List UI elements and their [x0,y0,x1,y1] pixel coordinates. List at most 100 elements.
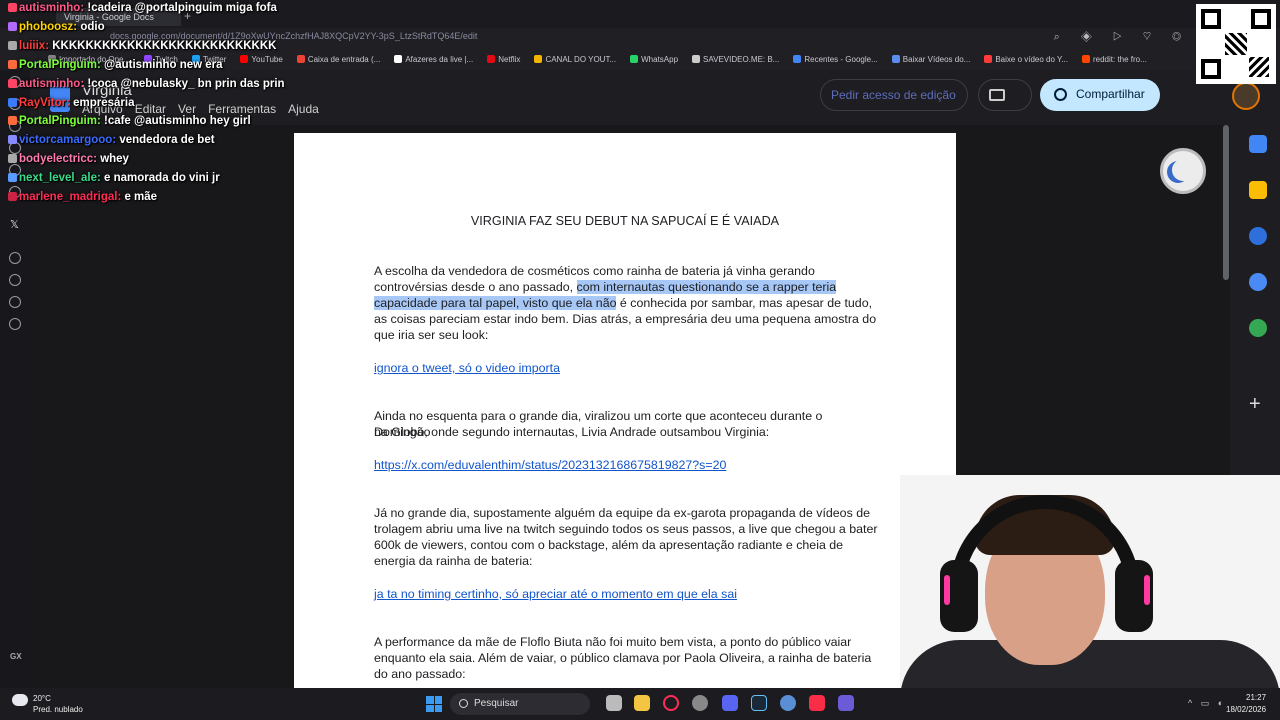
gx-label[interactable]: GX [10,652,22,661]
chat-message: PortalPinguim: @autisminho new era [8,59,223,71]
selected-text: capacidade para tal papel, visto que ela… [374,296,617,310]
chat-username: bodyelectricc [19,153,94,166]
start-button[interactable] [426,696,442,712]
chat-badge-icon [8,40,17,50]
file-explorer-icon[interactable] [634,695,650,711]
share-label: Compartilhar [1076,87,1145,101]
stream-chat-overlay: autisminho: !cadeira @portalpinguim miga… [0,0,340,210]
chat-text: odio [80,20,105,33]
bookmark-label: Afazeres da live |... [405,54,474,64]
chat-badge-icon [8,116,17,126]
system-tray[interactable]: ^ ▭ ◐ [1188,698,1226,709]
request-edit-button[interactable]: Pedir acesso de edição [820,79,968,111]
bookmark-item[interactable]: Afazeres da live |... [394,54,474,64]
chat-username: PortalPinguim [19,115,97,128]
player-icon[interactable] [9,252,21,264]
document-scrollbar[interactable] [1223,125,1229,280]
chat-text: !coca @nebulasky_ bn prin das prin [87,77,285,90]
paragraph-line: Já no grande dia, supostamente alguém da… [374,506,870,520]
bookmark-label: Baixar Vídeos do... [902,54,971,64]
chat-text: empresária [73,96,135,109]
selected-text: com internautas questionando se a rapper… [576,280,837,294]
browser-icon[interactable] [780,695,796,711]
chat-username: marlene_madrigal [19,191,118,203]
taskbar: 20°C Pred. nublado Pesquisar ^ ▭ ◐ 21:27… [0,688,1280,720]
paragraph-line: capacidade para tal papel, visto que ela… [374,295,882,311]
paragraph-line: A performance da mãe de Floflo Biuta não… [374,635,852,649]
dark-mode-toggle-icon[interactable] [1160,148,1206,194]
bookmark-label: CANAL DO YOUT... [545,54,617,64]
app-icon[interactable] [692,695,708,711]
contacts-icon[interactable] [1249,273,1267,291]
share-button[interactable]: Compartilhar [1040,79,1160,111]
add-addon-icon[interactable]: + [1249,393,1261,416]
chat-username: next_level_ale [19,172,98,185]
chat-text: @autisminho new era [103,58,223,71]
extensions-icon[interactable] [9,296,21,308]
weather-desc[interactable]: Pred. nublado [33,705,83,714]
document-page[interactable]: VIRGINIA FAZ SEU DEBUT NA SAPUCAÍ E É VA… [294,133,956,688]
app-icon[interactable] [838,695,854,711]
taskbar-search[interactable]: Pesquisar [450,693,590,715]
x-twitter-icon[interactable]: 𝕏 [10,218,19,231]
keep-icon[interactable] [1249,181,1267,199]
paragraph-line: que iria ser seu look: [374,328,489,342]
bookmark-favicon-icon [487,54,496,63]
maps-icon[interactable] [1249,319,1267,337]
chat-badge-icon [8,59,17,69]
bookmark-item[interactable]: Netflix [487,54,521,64]
bookmark-item[interactable]: CANAL DO YOUT... [534,54,617,64]
chat-text: vendedora de bet [119,134,215,147]
search-icon [459,699,468,708]
bookmark-favicon-icon [534,54,543,63]
task-view-icon[interactable] [606,695,622,711]
bookmark-item[interactable]: reddit: the fro... [1081,54,1147,64]
clock-time[interactable]: 21:27 [1246,693,1266,702]
chat-message: phoboosz: odio [8,21,105,33]
opera-gx-icon[interactable] [663,695,679,711]
history-icon[interactable] [9,274,21,286]
bookmark-favicon-icon [793,54,802,63]
bookmark-favicon-icon [891,54,900,63]
chat-badge-icon [8,192,17,201]
bookmark-label: Netflix [498,54,521,64]
address-bar-actions[interactable]: ⌕ ◈ ▷ ♡ ◎ [1054,31,1190,44]
steam-icon[interactable] [751,695,767,711]
discord-icon[interactable] [722,695,738,711]
chat-username: luiiix [19,39,46,52]
tweet-link[interactable]: https://x.com/eduvalenthim/status/202313… [374,457,882,473]
video-link[interactable]: ignora o tweet, só o video importa [374,360,882,376]
chat-badge-icon [8,3,17,12]
bookmark-item[interactable]: Recentes - Google... [793,54,878,64]
clock-date[interactable]: 18/02/2026 [1226,705,1266,714]
calendar-icon[interactable] [1249,135,1267,153]
globe-icon [1054,88,1067,101]
bookmark-item[interactable]: WhatsApp [630,54,679,64]
weather-temp[interactable]: 20°C [33,694,51,703]
paragraph-line: do ano passado: [374,667,466,681]
text-run: é conhecida por sambar, mas apesar de tu… [616,296,873,310]
meet-button[interactable] [978,79,1032,111]
weather-icon[interactable] [12,694,28,706]
avatar[interactable] [1232,82,1260,110]
chat-message: victorcamargooo: vendedora de bet [8,134,215,146]
tasks-icon[interactable] [1249,227,1267,245]
chat-text: KKKKKKKKKKKKKKKKKKKKKKKKKKK [52,39,277,52]
bookmark-item[interactable]: Baixe o vídeo do Y... [984,54,1068,64]
bookmark-item[interactable]: SAVEVIDEO.ME: B... [692,54,779,64]
chat-message: next_level_ale: e namorada do vini jr [8,172,220,184]
chat-text: !cafe @autisminho hey girl [103,115,251,128]
chat-text: e mãe [124,191,158,203]
chat-badge-icon [8,97,17,107]
live-link[interactable]: ja ta no timing certinho, só apreciar at… [374,586,882,602]
paragraph-line: na Globo, onde segundo internautas, Livi… [374,425,770,439]
bookmark-label: WhatsApp [641,54,679,64]
bookmark-favicon-icon [630,54,639,63]
bookmark-item[interactable]: Baixar Vídeos do... [891,54,971,64]
chat-username: PortalPinguim [19,58,97,71]
chat-username: RayVitor [19,96,67,109]
music-icon[interactable] [809,695,825,711]
camera-icon [989,89,1005,101]
paragraph-line: as coisas pareciam estar indo bem. Dias … [374,312,877,326]
settings-icon[interactable] [9,318,21,330]
